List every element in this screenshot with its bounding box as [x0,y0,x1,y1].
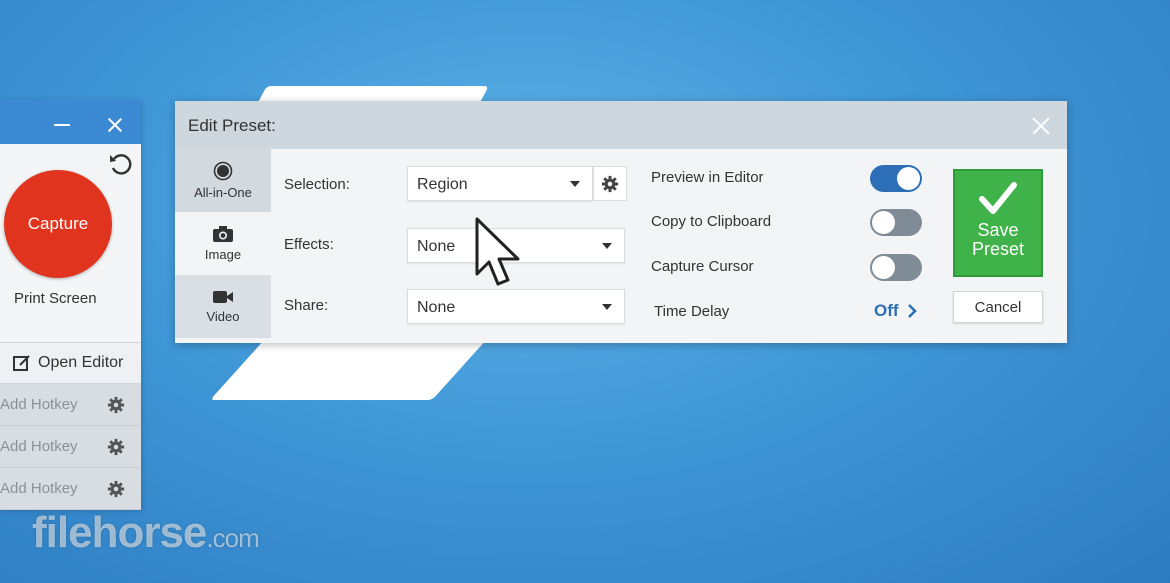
selection-label: Selection: [284,176,350,193]
gear-icon[interactable] [107,438,125,456]
cancel-button[interactable]: Cancel [953,291,1043,323]
add-hotkey-label: Add Hotkey [0,480,78,497]
tab-label: All-in-One [194,185,252,200]
edit-preset-dialog: Edit Preset: All-in-One Image Video Sele… [175,101,1067,343]
share-label: Share: [284,297,329,314]
refresh-icon[interactable] [108,152,134,178]
chevron-down-icon [602,304,612,310]
preview-in-editor-toggle[interactable] [870,165,922,192]
watermark-suffix: .com [206,523,259,553]
add-hotkey-label: Add Hotkey [0,438,78,455]
camera-icon [213,226,233,242]
capture-type-tabs: All-in-One Image Video [175,149,271,343]
open-editor-label: Open Editor [38,354,124,371]
hotkey-row[interactable]: Add Hotkey [0,426,141,468]
hotkey-print-screen: Print Screen [14,290,97,307]
tab-label: Video [206,309,240,324]
capture-panel: Capture Print Screen Open Editor Add Hot… [0,100,141,510]
hotkey-row[interactable]: Add Hotkey [0,384,141,426]
open-editor-button[interactable]: Open Editor [0,343,141,384]
selection-settings-button[interactable] [593,166,627,201]
chevron-down-icon [570,181,580,187]
preview-in-editor-label: Preview in Editor [651,169,764,186]
save-preset-label: Save Preset [971,220,1025,259]
checkmark-icon [979,182,1017,214]
hotkey-row[interactable]: Add Hotkey [0,468,141,510]
gear-icon[interactable] [107,480,125,498]
time-delay-selector[interactable]: Off [874,301,917,321]
close-icon[interactable] [1031,116,1051,136]
watermark-text: filehorse [32,508,207,557]
capture-area: Capture Print Screen [0,144,141,343]
time-delay-value: Off [874,301,899,320]
copy-to-clipboard-label: Copy to Clipboard [651,213,772,230]
all-in-one-icon [213,161,233,181]
dialog-titlebar: Edit Preset: [175,101,1067,149]
chevron-down-icon [602,243,612,249]
gear-icon [601,175,619,192]
tab-all-in-one[interactable]: All-in-One [175,149,271,212]
tab-video[interactable]: Video [175,275,271,338]
chevron-right-icon [907,304,917,318]
selection-value: Region [417,176,468,193]
share-value: None [417,299,456,316]
gear-icon[interactable] [107,396,125,414]
save-preset-button[interactable]: Save Preset [953,169,1043,277]
decorative-shape [210,338,488,400]
effects-label: Effects: [284,236,334,253]
time-delay-label: Time Delay [654,303,730,320]
selection-dropdown[interactable]: Region [407,166,593,201]
filehorse-watermark: filehorse.com [32,508,260,558]
capture-cursor-toggle[interactable] [870,254,922,281]
capture-panel-titlebar [0,100,141,144]
video-camera-icon [213,291,233,303]
effects-value: None [417,238,456,255]
tab-image[interactable]: Image [175,212,271,275]
tab-label: Image [204,247,242,262]
close-icon[interactable] [106,116,124,134]
dialog-title: Edit Preset: [188,116,276,135]
capture-button[interactable]: Capture [4,170,112,278]
share-dropdown[interactable]: None [407,289,625,324]
minimize-icon[interactable] [54,124,70,126]
mouse-pointer-icon [475,217,520,286]
capture-cursor-label: Capture Cursor [651,258,754,275]
copy-to-clipboard-toggle[interactable] [870,209,922,236]
edit-icon [13,355,30,371]
add-hotkey-label: Add Hotkey [0,396,78,413]
